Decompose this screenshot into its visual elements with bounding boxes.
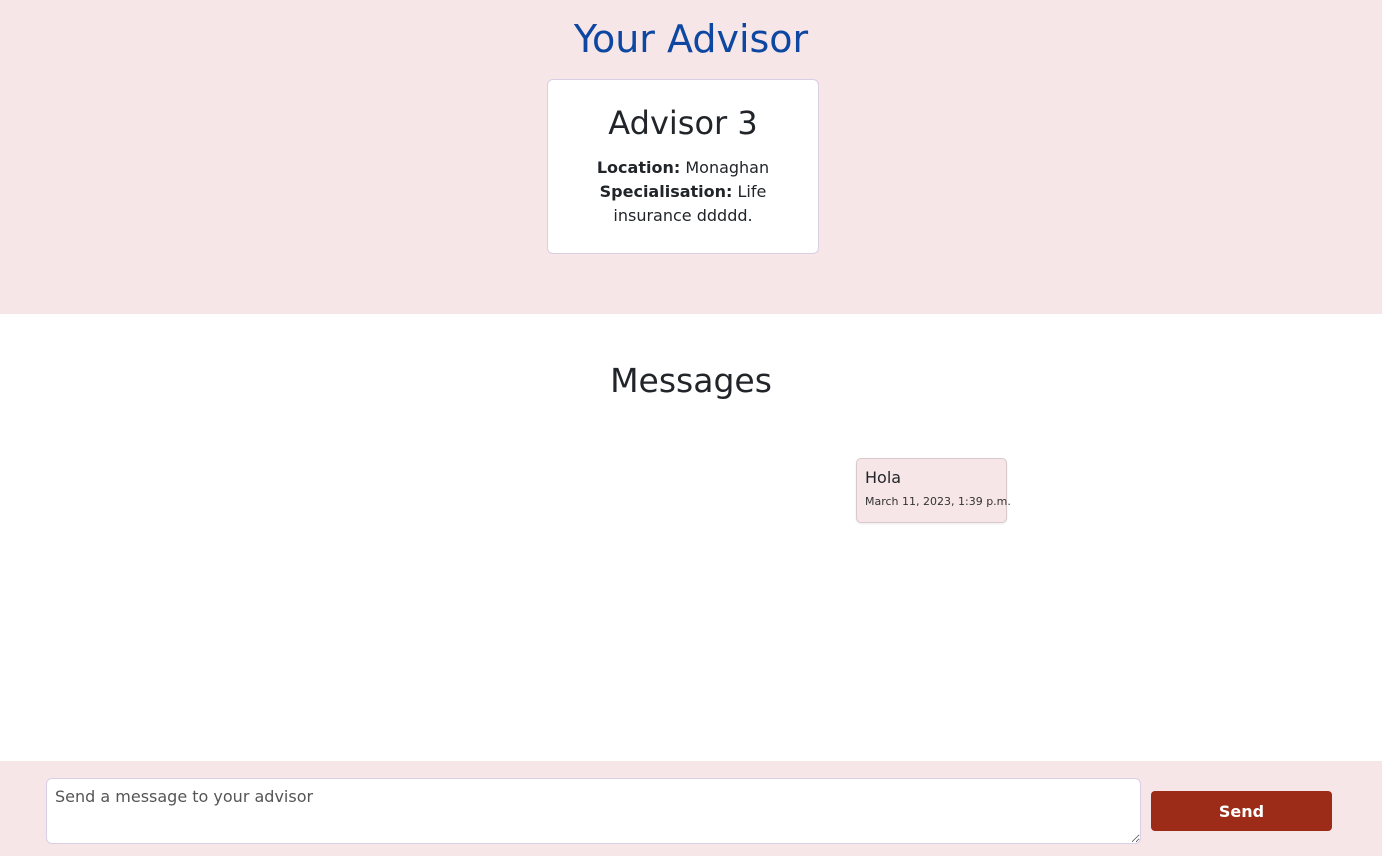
advisor-section: Your Advisor Advisor 3 Location: Monagha… bbox=[0, 0, 1382, 314]
specialisation-label: Specialisation: bbox=[599, 182, 733, 201]
message-input[interactable] bbox=[46, 778, 1141, 844]
page-title: Your Advisor bbox=[573, 17, 809, 61]
advisor-specialisation: Specialisation: Life insurance ddddd. bbox=[560, 180, 806, 228]
advisor-location: Location: Monaghan bbox=[560, 156, 806, 180]
location-label: Location: bbox=[596, 158, 681, 177]
advisor-card: Advisor 3 Location: Monaghan Specialisat… bbox=[547, 79, 819, 254]
send-button[interactable]: Send bbox=[1151, 791, 1332, 831]
advisor-name: Advisor 3 bbox=[608, 104, 758, 142]
location-value: Monaghan bbox=[685, 158, 770, 177]
message-composer: Send bbox=[0, 761, 1382, 856]
message-bubble: Hola March 11, 2023, 1:39 p.m. bbox=[856, 458, 1011, 523]
messages-heading: Messages bbox=[610, 361, 772, 400]
message-text: Hola bbox=[865, 468, 902, 487]
message-timestamp: March 11, 2023, 1:39 p.m. bbox=[865, 495, 1011, 508]
advisor-details: Location: Monaghan Specialisation: Life … bbox=[548, 156, 818, 228]
